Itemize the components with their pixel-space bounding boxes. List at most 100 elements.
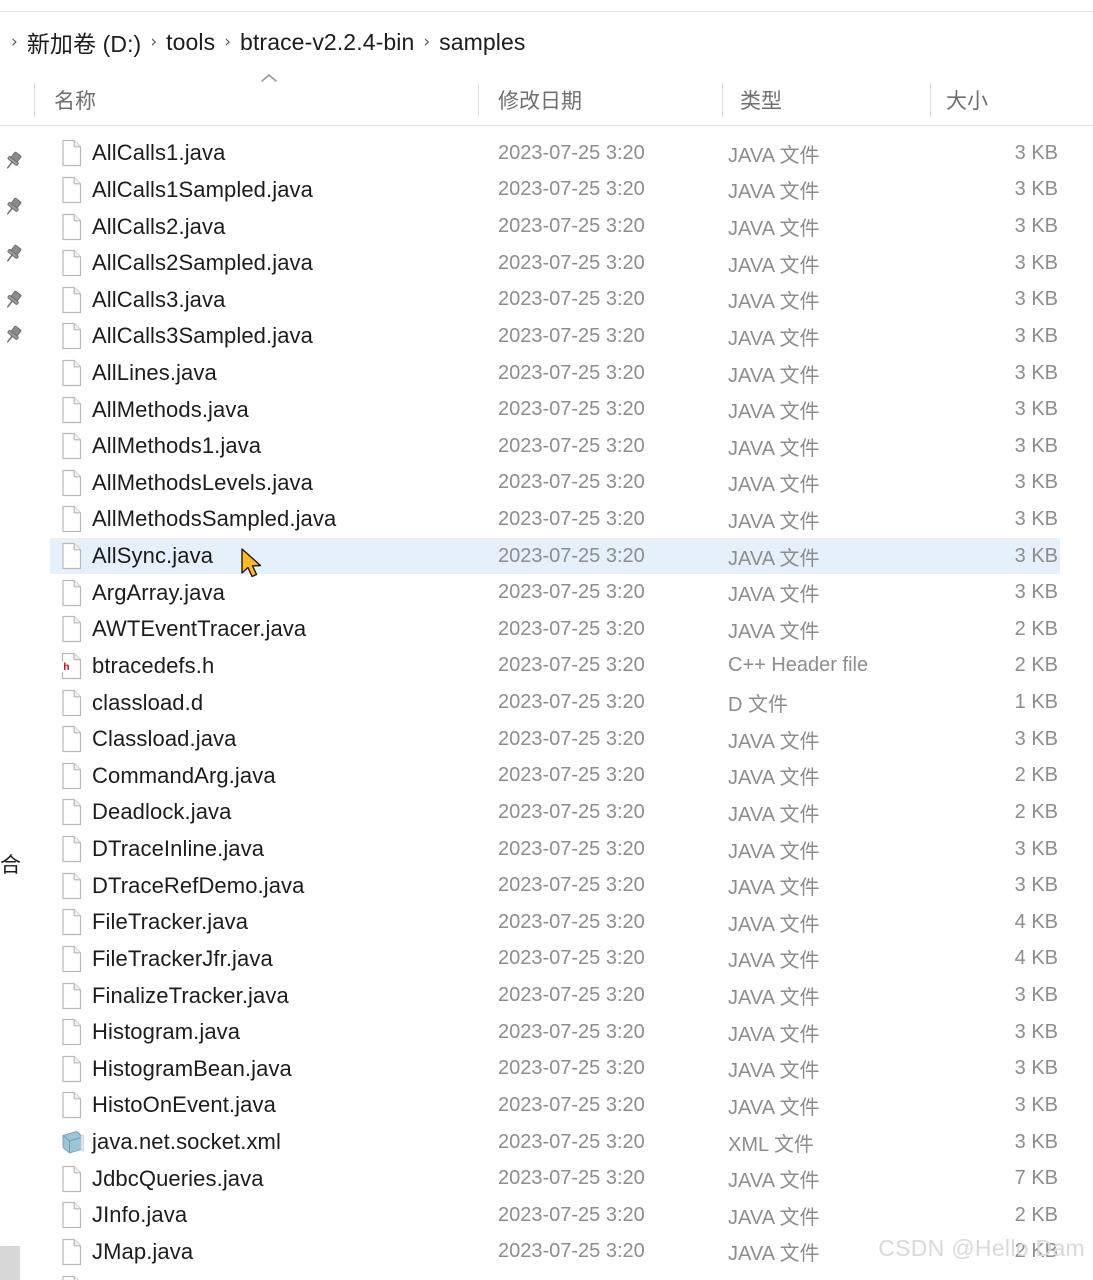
file-type: JAVA 文件 (728, 730, 820, 753)
file-row[interactable]: JInfo.java 2023-07-25 3:20 JAVA 文件 2 KB (50, 1197, 1060, 1234)
file-row[interactable]: HistoOnEvent.java 2023-07-25 3:20 JAVA 文件 3… (50, 1087, 1060, 1124)
file-date-modified: 2023-07-25 3:20 (498, 324, 645, 347)
file-row[interactable]: FinalizeTracker.java 2023-07-25 3:20 JAVA … (50, 977, 1060, 1014)
file-explorer-window: › 新加卷 (D:) › tools › btrace-v2.2.4-bin ›… (0, 0, 1093, 1280)
file-date-modified: 2023-07-25 3:20 (498, 1240, 645, 1263)
file-type: JAVA 文件 (728, 620, 820, 643)
file-list[interactable]: AllCalls1.java 2023-07-25 3:20 JAVA 文件 3 KB… (0, 127, 1093, 1280)
breadcrumb[interactable]: › 新加卷 (D:) › tools › btrace-v2.2.4-bin ›… (0, 13, 1093, 71)
file-name: AllCalls2Sampled.java (92, 250, 313, 276)
generic-file-icon (60, 1165, 84, 1193)
file-row[interactable]: AllSync.java 2023-07-25 3:20 JAVA 文件 3 KB (50, 537, 1060, 575)
generic-file-icon (60, 213, 84, 241)
column-header-row: 名称 修改日期 类型 大小 (0, 74, 1093, 126)
file-name: AllMethods.java (92, 396, 249, 422)
file-size: 3 KB (1014, 507, 1058, 530)
generic-file-icon (60, 432, 84, 460)
file-row[interactable]: FileTracker.java 2023-07-25 3:20 JAVA 文件 4 … (50, 904, 1060, 941)
file-type: JAVA 文件 (728, 144, 820, 167)
file-row[interactable]: AllCalls3.java 2023-07-25 3:20 JAVA 文件 3 KB (50, 281, 1060, 318)
generic-file-icon (60, 1055, 84, 1083)
file-date-modified: 2023-07-25 3:20 (498, 398, 645, 421)
file-row[interactable]: JdbcQueries.java 2023-07-25 3:20 JAVA 文件 7 … (50, 1160, 1060, 1197)
breadcrumb-separator-1: › (150, 31, 158, 52)
file-row[interactable]: Deadlock.java 2023-07-25 3:20 JAVA 文件 2 KB (50, 794, 1060, 831)
file-size: 3 KB (1014, 471, 1058, 494)
file-row[interactable]: AllMethodsSampled.java 2023-07-25 3:20 JAV… (50, 501, 1060, 538)
file-name: btracedefs.h (92, 652, 215, 678)
file-type: JAVA 文件 (728, 803, 820, 826)
file-date-modified: 2023-07-25 3:20 (498, 361, 645, 384)
file-row[interactable]: classload.d 2023-07-25 3:20 D 文件 1 KB (50, 684, 1060, 721)
file-row[interactable]: AllCalls2Sampled.java 2023-07-25 3:20 JAVA… (50, 245, 1060, 282)
file-row[interactable]: AllCalls1.java 2023-07-25 3:20 JAVA 文件 3 KB (50, 135, 1060, 172)
column-divider-date-type[interactable] (722, 83, 723, 117)
generic-file-icon (60, 176, 84, 204)
file-row[interactable]: JStack.java2023-07-25 3:20JAVA 文件2 KB (50, 1270, 1060, 1280)
file-row[interactable]: HistogramBean.java 2023-07-25 3:20 JAVA 文件… (50, 1051, 1060, 1088)
file-row[interactable]: DTraceRefDemo.java 2023-07-25 3:20 JAVA 文件… (50, 867, 1060, 904)
file-name: DTraceInline.java (92, 836, 265, 862)
file-row[interactable]: DTraceInline.java 2023-07-25 3:20 JAVA 文件 3… (50, 831, 1060, 868)
generic-file-icon (60, 872, 84, 900)
file-row[interactable]: ArgArray.java 2023-07-25 3:20 JAVA 文件 3 KB (50, 574, 1060, 611)
generic-file-icon (60, 1275, 84, 1280)
file-type: JAVA 文件 (728, 987, 820, 1010)
column-header-name[interactable]: 名称 (54, 74, 96, 126)
file-row[interactable]: java.net.socket.xml 2023-07-25 3:20 XML 文件… (50, 1124, 1060, 1161)
generic-file-icon (60, 615, 84, 643)
file-type: JAVA 文件 (728, 950, 820, 973)
column-header-size[interactable]: 大小 (946, 74, 988, 126)
file-date-modified: 2023-07-25 3:20 (498, 141, 645, 164)
file-size: 3 KB (1014, 324, 1058, 347)
xml-file-icon (60, 1128, 84, 1156)
file-name: ArgArray.java (92, 579, 225, 605)
file-row[interactable]: h btracedefs.h 2023-07-25 3:20 C++ Header … (50, 648, 1060, 685)
file-row[interactable]: AllMethods.java 2023-07-25 3:20 JAVA 文件 3 K… (50, 391, 1060, 428)
file-type: JAVA 文件 (728, 364, 820, 387)
generic-file-icon (60, 579, 84, 607)
breadcrumb-item-samples[interactable]: samples (439, 29, 525, 56)
file-row[interactable]: AllCalls1Sampled.java 2023-07-25 3:20 JAVA… (50, 172, 1060, 209)
file-size: 3 KB (1014, 727, 1058, 750)
file-name: HistoOnEvent.java (92, 1092, 276, 1118)
file-date-modified: 2023-07-25 3:20 (498, 1093, 645, 1116)
file-row[interactable]: AllCalls2.java 2023-07-25 3:20 JAVA 文件 3 KB (50, 208, 1060, 245)
file-name: AllCalls1.java (92, 140, 226, 166)
file-date-modified: 2023-07-25 3:20 (498, 800, 645, 823)
breadcrumb-item-tools[interactable]: tools (166, 29, 215, 56)
file-type: JAVA 文件 (728, 1170, 820, 1193)
file-name: AWTEventTracer.java (92, 616, 307, 642)
file-size: 2 KB (1014, 1203, 1058, 1226)
file-row[interactable]: AllMethods1.java 2023-07-25 3:20 JAVA 文件 3 … (50, 428, 1060, 465)
file-row[interactable]: AllCalls3Sampled.java 2023-07-25 3:20 JAVA… (50, 318, 1060, 355)
file-type: JAVA 文件 (728, 767, 820, 790)
column-divider-name-date[interactable] (478, 83, 479, 117)
generic-file-icon (60, 1201, 84, 1229)
file-size: 3 KB (1014, 434, 1058, 457)
column-header-type[interactable]: 类型 (740, 74, 782, 126)
file-row[interactable]: AWTEventTracer.java 2023-07-25 3:20 JAVA 文… (50, 611, 1060, 648)
file-row[interactable]: FileTrackerJfr.java 2023-07-25 3:20 JAVA 文… (50, 941, 1060, 978)
file-row[interactable]: Classload.java 2023-07-25 3:20 JAVA 文件 3 KB (50, 721, 1060, 758)
column-divider-type-size[interactable] (930, 83, 931, 117)
file-name: Histogram.java (92, 1019, 241, 1045)
file-size: 3 KB (1014, 1020, 1058, 1043)
file-name: AllMethodsSampled.java (92, 506, 337, 532)
file-size: 2 KB (1014, 617, 1058, 640)
breadcrumb-item-drive[interactable]: 新加卷 (D:) (27, 25, 142, 59)
file-row[interactable]: AllMethodsLevels.java 2023-07-25 3:20 JAVA… (50, 465, 1060, 502)
file-date-modified: 2023-07-25 3:20 (498, 581, 645, 604)
breadcrumb-item-btrace[interactable]: btrace-v2.2.4-bin (240, 29, 414, 56)
file-row[interactable]: CommandArg.java 2023-07-25 3:20 JAVA 文件 2 K… (50, 758, 1060, 795)
generic-file-icon (60, 908, 84, 936)
file-name: AllCalls3.java (92, 286, 226, 312)
file-name: Classload.java (92, 726, 237, 752)
file-row[interactable]: AllLines.java 2023-07-25 3:20 JAVA 文件 3 KB (50, 355, 1060, 392)
file-size: 3 KB (1014, 1057, 1058, 1080)
column-header-date-modified[interactable]: 修改日期 (498, 74, 582, 126)
file-date-modified: 2023-07-25 3:20 (498, 288, 645, 311)
file-size: 3 KB (1014, 837, 1058, 860)
file-row[interactable]: Histogram.java 2023-07-25 3:20 JAVA 文件 3 KB (50, 1014, 1060, 1051)
file-name: JInfo.java (92, 1202, 188, 1228)
